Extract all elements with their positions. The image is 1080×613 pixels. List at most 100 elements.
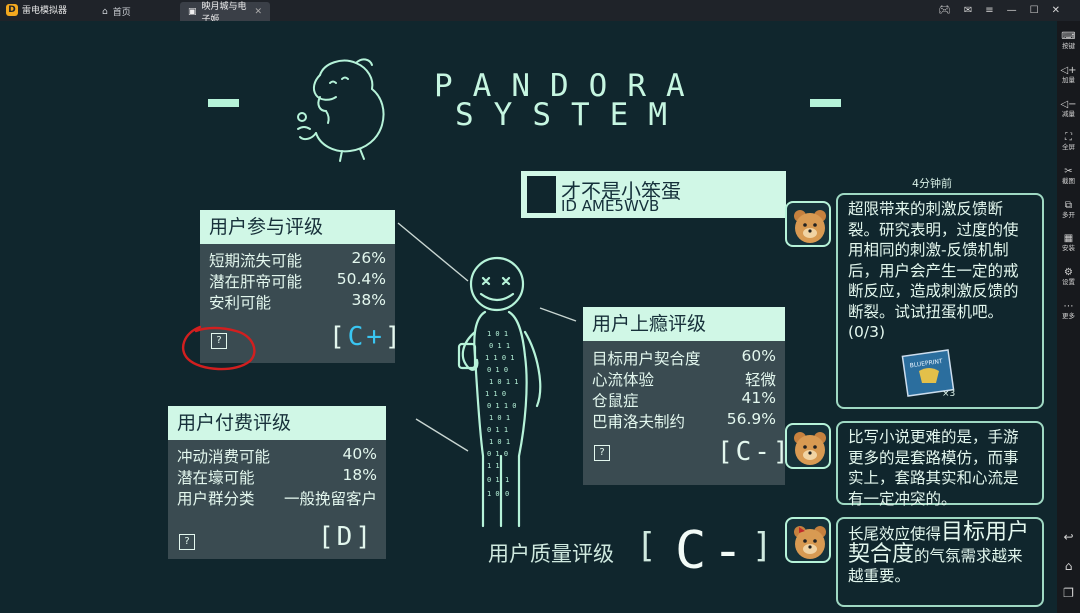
feed-message-text: 比写小说更难的是，手游更多的是套路模仿，而事实上，套路其实和心流是有一定冲突的。: [848, 428, 1019, 508]
panel-payment: 用户付费评级 冲动消费可能 40% 潜在壕可能 18% 用户群分类 一般挽留客户 ? …: [168, 406, 386, 559]
bear-avatar-icon: [785, 201, 831, 247]
minimize-icon[interactable]: —: [1007, 5, 1017, 16]
panel-row: 潜在肝帝可能 50.4%: [209, 270, 386, 292]
panel-row: 心流体验 轻微: [592, 368, 776, 390]
help-button[interactable]: ?: [594, 445, 610, 461]
sidebar-item-screenshot[interactable]: ✂ 截图: [1057, 166, 1080, 185]
sidebar-label: 多开: [1062, 211, 1075, 219]
feed-message-2: 比写小说更难的是，手游更多的是套路模仿，而事实上，套路其实和心流是有一定冲突的。: [836, 421, 1044, 508]
panel-row: 仓鼠症 41%: [592, 389, 776, 411]
sidebar-label: 按键: [1062, 42, 1075, 50]
close-icon[interactable]: ✕: [1052, 5, 1060, 16]
sidebar-item-volume-down[interactable]: ◁− 减量: [1057, 99, 1080, 118]
row-label: 仓鼠症: [592, 392, 639, 410]
panel-row: 短期流失可能 26%: [209, 249, 386, 271]
tab-close-icon[interactable]: ✕: [254, 7, 262, 17]
sidebar-label: 加量: [1062, 76, 1075, 84]
panel-addiction: 用户上瘾评级 目标用户契合度 60% 心流体验 轻微 仓鼠症 41% 巴甫洛夫制约 56…: [583, 307, 789, 485]
svg-text:1 0 1: 1 0 1: [489, 414, 510, 422]
sidebar-label: 减量: [1062, 110, 1075, 118]
blueprint-count: ×3: [942, 389, 956, 399]
grade-bracket: [: [329, 322, 348, 352]
volume-up-icon: ◁+: [1060, 65, 1077, 76]
gear-icon: ⚙: [1064, 267, 1073, 278]
home-nav-icon[interactable]: ⌂: [1057, 559, 1080, 573]
panel-row: 目标用户契合度 60%: [592, 347, 776, 369]
bear-avatar-icon: [785, 423, 831, 469]
row-value: 38%: [351, 291, 386, 309]
row-label: 潜在肝帝可能: [209, 273, 303, 291]
row-label: 目标用户契合度: [592, 350, 701, 368]
panel-row: 冲动消费可能 40%: [177, 445, 377, 467]
dog-mascot-icon: [297, 58, 385, 162]
row-label: 心流体验: [592, 371, 655, 389]
help-button[interactable]: ?: [179, 534, 195, 550]
sidebar-label: 更多: [1062, 312, 1075, 320]
tab-game[interactable]: ▣ 映月城与电子姬 ✕: [180, 2, 270, 25]
feed-message-text: 超限带来的刺激反馈断裂。研究表明，过度的使用相同的刺激-反馈机制后，用户会产生一…: [848, 200, 1019, 341]
more-icon: ⋯: [1063, 301, 1074, 312]
svg-text:1 1 0 1: 1 1 0 1: [485, 354, 515, 362]
sidebar-item-settings[interactable]: ⚙ 设置: [1057, 267, 1080, 286]
stick-figure-icon: 1 0 1 0 1 1 1 1 0 1 0 1 0 1 0 1 1 1 1 0 0 1 …: [457, 256, 542, 528]
svg-text:0 1 1: 0 1 1: [487, 426, 508, 434]
svg-text:1 0: 1 0: [487, 490, 500, 498]
row-value: 一般挽留客户: [283, 490, 377, 508]
sidebar-item-volume-up[interactable]: ◁+ 加量: [1057, 65, 1080, 84]
game-screen: PANDORA SYSTEM 才不是小笨蛋 ID AME5WVB 1 0 10 …: [0, 21, 1057, 613]
keyboard-icon: ⌨: [1061, 31, 1076, 42]
panel-row: 用户群分类 一般挽留客户: [177, 487, 377, 509]
participation-grade: [C+]: [329, 322, 404, 352]
grade-value: D: [336, 522, 356, 552]
payment-grade: [D]: [318, 522, 374, 552]
mail-icon[interactable]: ✉: [964, 5, 972, 16]
emulator-titlebar: D 雷电模拟器 ⌂ 首页 ▣ 映月城与电子姬 ✕ 🎮︎ ✉ ≡ — ☐ ✕: [0, 0, 1080, 25]
row-value: 40%: [342, 445, 377, 463]
emulator-sidebar: ⌨ 按键 ◁+ 加量 ◁− 减量 ⛶ 全屏 ✂ 截图 ⧉ 多开 ▦ 安装 ⚙ 设置 ⋯ 更多 ↩ …: [1057, 21, 1080, 613]
svg-text:1 0 1: 1 0 1: [487, 330, 508, 338]
back-icon[interactable]: ↩: [1057, 530, 1080, 544]
grade-bracket: [: [318, 522, 337, 552]
emulator-logo-icon: D: [6, 3, 18, 16]
menu-icon[interactable]: ≡: [985, 5, 993, 16]
row-value: 60%: [741, 347, 776, 365]
window-controls: 🎮︎ ✉ ≡ — ☐ ✕: [938, 0, 1060, 21]
grade-bracket: [: [717, 437, 736, 467]
gamepad-icon[interactable]: 🎮︎: [938, 5, 951, 16]
panel-row: 巴甫洛夫制约 56.9%: [592, 410, 776, 432]
sidebar-label: 全屏: [1062, 143, 1075, 151]
row-value: 56.9%: [726, 410, 776, 428]
maximize-icon[interactable]: ☐: [1030, 5, 1039, 16]
panel-row: 潜在壕可能 18%: [177, 466, 377, 488]
svg-text:0 1 1: 0 1 1: [489, 342, 510, 350]
row-value: 50.4%: [336, 270, 386, 288]
svg-text:1 1: 1 1: [487, 462, 500, 470]
tab-home[interactable]: ⌂ 首页: [94, 2, 178, 21]
sidebar-item-multi-instance[interactable]: ⧉ 多开: [1057, 200, 1080, 219]
addiction-grade: [C-]: [717, 437, 792, 467]
sidebar-item-keyboard[interactable]: ⌨ 按键: [1057, 31, 1080, 50]
grade-bracket: ]: [355, 522, 374, 552]
red-annotation-circle: [181, 325, 256, 371]
sidebar-item-more[interactable]: ⋯ 更多: [1057, 301, 1080, 320]
row-label: 安利可能: [209, 294, 272, 312]
svg-text:1 1 0: 1 1 0: [485, 390, 506, 398]
panel-payment-title: 用户付费评级: [168, 406, 386, 440]
title-dash-right: [810, 99, 841, 107]
app-name-label: 雷电模拟器: [22, 6, 68, 16]
row-value: 轻微: [744, 371, 776, 389]
svg-text:0 1 0: 0 1 0: [487, 366, 508, 374]
row-value: 18%: [342, 466, 377, 484]
sidebar-label: 截图: [1062, 177, 1075, 185]
svg-text:0 1: 0 1: [487, 476, 500, 484]
title-dash-left: [208, 99, 239, 107]
feed-time-ago: 4分钟前: [912, 177, 952, 190]
feed-message-text: 长尾效应使得: [848, 525, 942, 543]
row-value: 41%: [741, 389, 776, 407]
sidebar-item-fullscreen[interactable]: ⛶ 全屏: [1057, 132, 1080, 151]
recent-apps-icon[interactable]: ❐: [1057, 586, 1080, 600]
sidebar-item-install[interactable]: ▦ 安装: [1057, 233, 1080, 252]
row-label: 潜在壕可能: [177, 469, 255, 487]
svg-text:0 1 1 0: 0 1 1 0: [487, 402, 517, 410]
game-tab-icon: ▣: [188, 6, 197, 17]
